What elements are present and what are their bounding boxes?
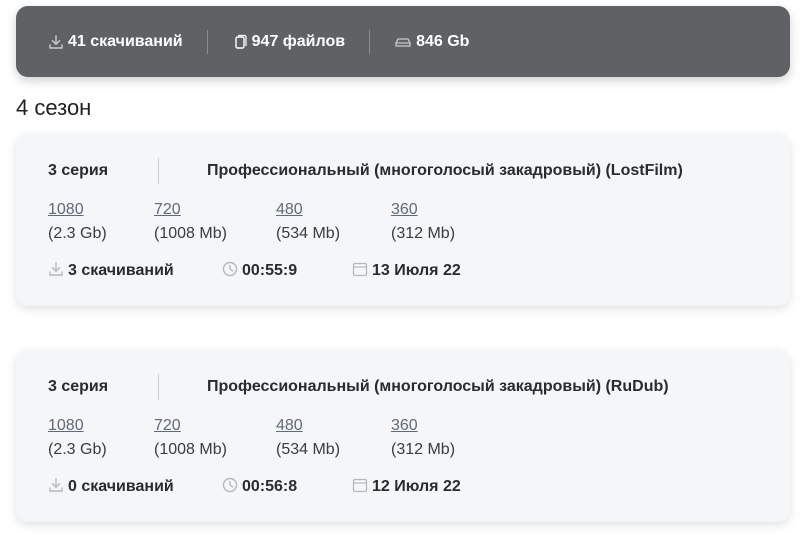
quality-option: 1080 (2.3 Gb)	[48, 198, 107, 246]
download-icon	[48, 34, 64, 50]
quality-link-720[interactable]: 720	[154, 414, 227, 438]
stat-size-text: 846 Gb	[416, 32, 470, 50]
date-text: 12 Июля 22	[372, 478, 461, 495]
episode-label: 3 серия	[48, 378, 109, 395]
quality-option: 720 (1008 Mb)	[154, 198, 227, 246]
episode-downloads: 3 скачиваний	[48, 261, 222, 282]
translation-label: Профессиональный (многоголосый закадровы…	[207, 378, 669, 395]
duration-text: 00:56:8	[242, 478, 298, 495]
quality-link-480[interactable]: 480	[276, 414, 340, 438]
calendar-icon	[352, 477, 368, 498]
calendar-icon	[352, 261, 368, 282]
episode-card: 3 серия Профессиональный (многоголосый з…	[16, 350, 790, 522]
stat-size: 846 Gb	[394, 33, 469, 51]
quality-option: 720 (1008 Mb)	[154, 414, 227, 462]
stat-divider	[369, 29, 371, 54]
episode-duration: 00:55:9	[222, 261, 352, 282]
episode-duration: 00:56:8	[222, 477, 352, 498]
date-text: 13 Июля 22	[372, 262, 461, 279]
clock-icon	[222, 477, 238, 498]
header-divider	[158, 374, 159, 400]
translation-label: Профессиональный (многоголосый закадровы…	[207, 162, 683, 179]
downloads-text: 0 скачиваний	[68, 478, 174, 495]
episode-date: 13 Июля 22	[352, 261, 461, 282]
card-header: 3 серия Профессиональный (многоголосый з…	[48, 374, 669, 400]
quality-link-480[interactable]: 480	[276, 198, 340, 222]
quality-size: (534 Mb)	[276, 441, 341, 458]
episode-date: 12 Июля 22	[352, 477, 461, 498]
quality-option: 480 (534 Mb)	[276, 414, 340, 462]
episode-label: 3 серия	[48, 162, 109, 179]
quality-size: (1008 Mb)	[154, 441, 227, 458]
download-icon	[48, 261, 64, 282]
quality-link-720[interactable]: 720	[154, 198, 227, 222]
quality-option: 360 (312 Mb)	[391, 414, 455, 462]
stat-files-text: 947 файлов	[251, 32, 346, 50]
quality-option: 1080 (2.3 Gb)	[48, 414, 107, 462]
header-divider	[158, 158, 159, 184]
stat-divider	[206, 29, 208, 54]
card-footer: 0 скачиваний 00:56:8 12 Июля 22	[48, 476, 461, 498]
quality-size: (312 Mb)	[391, 225, 456, 242]
stats-bar: 41 скачиваний 947 файлов 846 Gb	[16, 6, 790, 77]
quality-link-1080[interactable]: 1080	[48, 198, 107, 222]
season-title: 4 сезон	[16, 95, 92, 120]
downloads-text: 3 скачиваний	[68, 262, 174, 279]
stat-downloads: 41 скачиваний	[48, 33, 183, 51]
quality-size: (312 Mb)	[391, 441, 456, 458]
stat-files: 947 файлов	[232, 33, 345, 51]
episode-downloads: 0 скачиваний	[48, 477, 222, 498]
quality-option: 360 (312 Mb)	[391, 198, 455, 246]
quality-size: (2.3 Gb)	[48, 441, 107, 458]
download-icon	[48, 477, 64, 498]
quality-size: (1008 Mb)	[154, 225, 227, 242]
file-icon	[232, 34, 248, 50]
quality-link-1080[interactable]: 1080	[48, 414, 107, 438]
quality-size: (2.3 Gb)	[48, 225, 107, 242]
stat-downloads-text: 41 скачиваний	[68, 32, 183, 50]
duration-text: 00:55:9	[242, 262, 298, 279]
quality-size: (534 Mb)	[276, 225, 341, 242]
quality-link-360[interactable]: 360	[391, 198, 455, 222]
drive-icon	[394, 34, 412, 50]
card-header: 3 серия Профессиональный (многоголосый з…	[48, 158, 683, 184]
clock-icon	[222, 261, 238, 282]
quality-link-360[interactable]: 360	[391, 414, 455, 438]
quality-option: 480 (534 Mb)	[276, 198, 340, 246]
episode-card: 3 серия Профессиональный (многоголосый з…	[16, 134, 790, 306]
card-footer: 3 скачиваний 00:55:9 13 Июля 22	[48, 260, 461, 282]
